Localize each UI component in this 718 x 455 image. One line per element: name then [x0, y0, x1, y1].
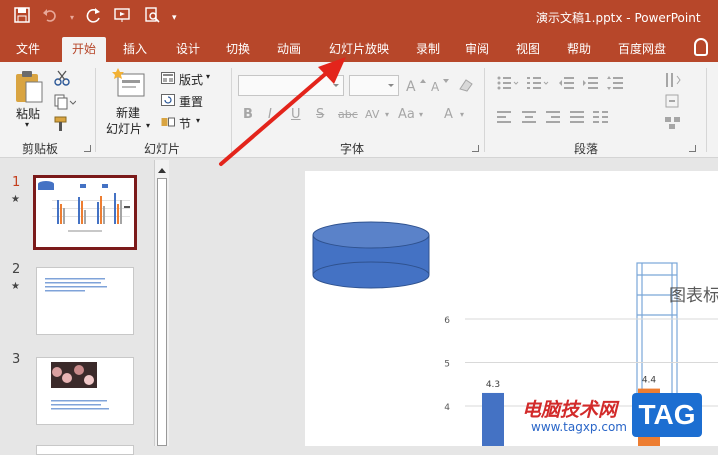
- slide-thumbnail-4[interactable]: [36, 445, 134, 455]
- watermark-text: 电脑技术网: [522, 399, 618, 421]
- watermark-badge: TAG: [632, 393, 702, 437]
- watermark-url: www.tagxp.com: [531, 420, 627, 434]
- annotation-arrow: [219, 57, 346, 166]
